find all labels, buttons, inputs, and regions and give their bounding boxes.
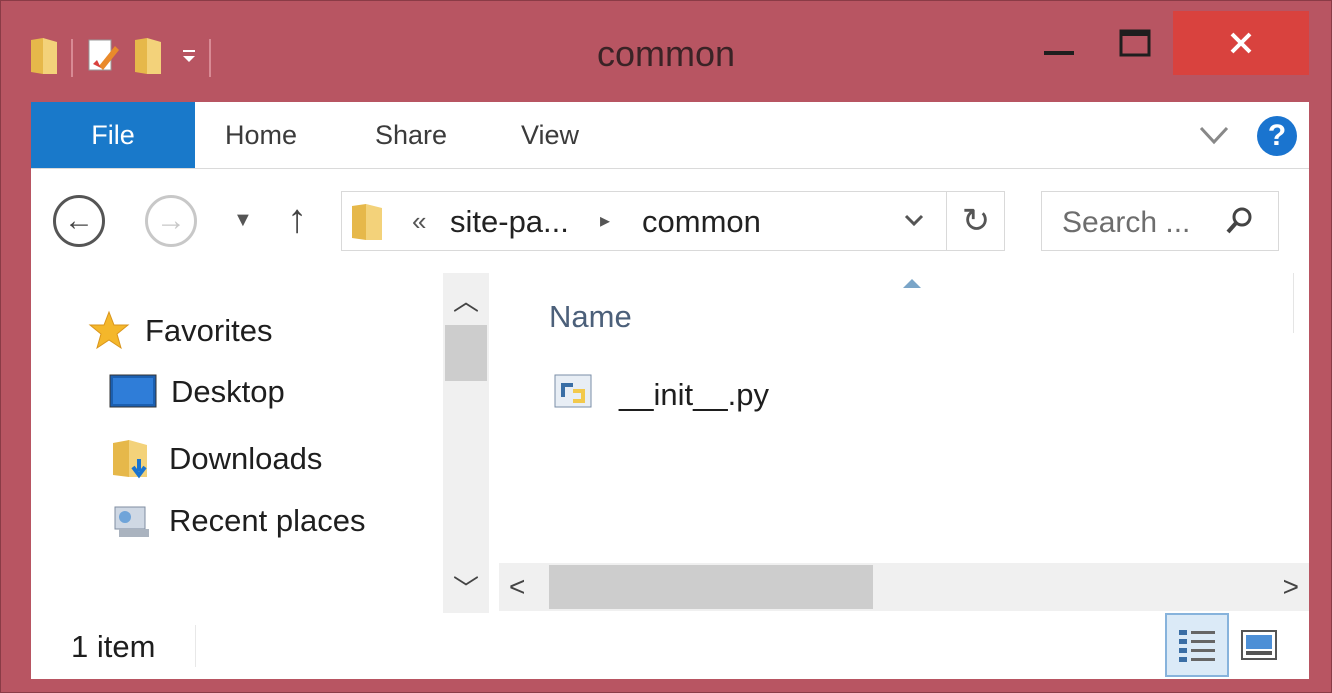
scrollbar-thumb[interactable] bbox=[549, 565, 873, 609]
breadcrumb-site-packages[interactable]: site-pa... bbox=[450, 204, 569, 240]
downloads-folder-icon bbox=[113, 440, 147, 479]
address-bar[interactable]: « site-pa... ▸ common ↻ bbox=[341, 191, 1005, 251]
forward-button[interactable]: → bbox=[145, 195, 197, 247]
column-divider[interactable] bbox=[1293, 273, 1294, 333]
minimize-button[interactable] bbox=[1021, 11, 1099, 75]
nav-item-recent-places[interactable]: Recent places bbox=[111, 499, 365, 543]
search-placeholder: Search ... bbox=[1062, 206, 1191, 239]
navigation-bar: ← → ▼ ↑ « site-pa... ▸ common ↻ Search .… bbox=[31, 169, 1309, 273]
status-bar: 1 item bbox=[31, 613, 1309, 679]
folder-icon bbox=[350, 202, 386, 247]
item-count: 1 item bbox=[71, 629, 156, 664]
large-icons-view-button[interactable] bbox=[1239, 625, 1279, 665]
maximize-icon bbox=[1119, 29, 1151, 57]
search-box[interactable]: Search ... bbox=[1041, 191, 1279, 251]
python-file-icon bbox=[554, 374, 592, 408]
navigation-pane: Favorites Desktop Downloads Recent place… bbox=[31, 273, 443, 613]
expand-ribbon-icon[interactable] bbox=[1197, 120, 1231, 155]
breadcrumb-separator-icon[interactable]: ▸ bbox=[600, 208, 610, 233]
tab-home[interactable]: Home bbox=[225, 102, 297, 168]
recent-places-icon bbox=[114, 506, 149, 537]
scroll-left-icon[interactable]: < bbox=[509, 571, 525, 603]
scrollbar-thumb[interactable] bbox=[445, 325, 487, 381]
arrow-left-icon: ← bbox=[64, 204, 94, 237]
sort-ascending-icon bbox=[903, 279, 921, 288]
nav-item-downloads[interactable]: Downloads bbox=[111, 437, 322, 481]
nav-item-favorites[interactable]: Favorites bbox=[87, 309, 272, 353]
nav-item-label: Recent places bbox=[169, 503, 366, 538]
refresh-icon[interactable]: ↻ bbox=[946, 192, 1005, 250]
details-view-button[interactable] bbox=[1165, 613, 1229, 677]
desktop-icon bbox=[109, 374, 157, 408]
column-header-name[interactable]: Name bbox=[549, 299, 632, 335]
file-item[interactable]: __init__.py bbox=[553, 373, 769, 417]
nav-item-desktop[interactable]: Desktop bbox=[109, 373, 285, 411]
nav-pane-scrollbar[interactable]: ︿ ﹀ bbox=[443, 273, 489, 613]
title-bar: common bbox=[1, 1, 1331, 101]
up-arrow-icon[interactable]: ↑ bbox=[287, 197, 307, 242]
minimize-icon bbox=[1044, 51, 1074, 55]
nav-item-label: Downloads bbox=[169, 441, 323, 476]
details-view-icon bbox=[1179, 630, 1215, 662]
address-overflow-icon[interactable]: « bbox=[412, 206, 426, 237]
large-icons-view-icon bbox=[1241, 630, 1277, 660]
file-list-horizontal-scrollbar[interactable]: < > bbox=[499, 563, 1309, 611]
help-icon[interactable]: ? bbox=[1257, 116, 1297, 156]
arrow-right-icon: → bbox=[156, 204, 186, 237]
close-button[interactable] bbox=[1173, 11, 1309, 75]
maximize-button[interactable] bbox=[1099, 11, 1171, 75]
nav-item-label: Favorites bbox=[145, 313, 273, 348]
ribbon: File Home Share View ? bbox=[31, 102, 1309, 169]
tab-file[interactable]: File bbox=[31, 102, 195, 168]
content-area: Favorites Desktop Downloads Recent place… bbox=[31, 273, 1309, 613]
tab-share[interactable]: Share bbox=[375, 102, 447, 168]
scroll-down-icon[interactable]: ﹀ bbox=[443, 569, 489, 606]
scroll-up-icon[interactable]: ︿ bbox=[443, 281, 489, 318]
address-dropdown-icon[interactable] bbox=[900, 206, 928, 241]
breadcrumb-common[interactable]: common bbox=[642, 204, 761, 240]
star-icon bbox=[88, 310, 130, 350]
tab-view[interactable]: View bbox=[521, 102, 579, 168]
back-button[interactable]: ← bbox=[53, 195, 105, 247]
recent-locations-dropdown[interactable]: ▼ bbox=[233, 209, 253, 232]
file-name: __init__.py bbox=[619, 377, 769, 412]
scroll-right-icon[interactable]: > bbox=[1283, 571, 1299, 603]
explorer-window: common File Home Share View ? ← → ▼ ↑ « … bbox=[0, 0, 1332, 693]
nav-item-label: Desktop bbox=[171, 374, 285, 409]
status-divider bbox=[195, 625, 196, 667]
close-icon bbox=[1230, 32, 1252, 54]
search-icon[interactable] bbox=[1224, 206, 1254, 241]
